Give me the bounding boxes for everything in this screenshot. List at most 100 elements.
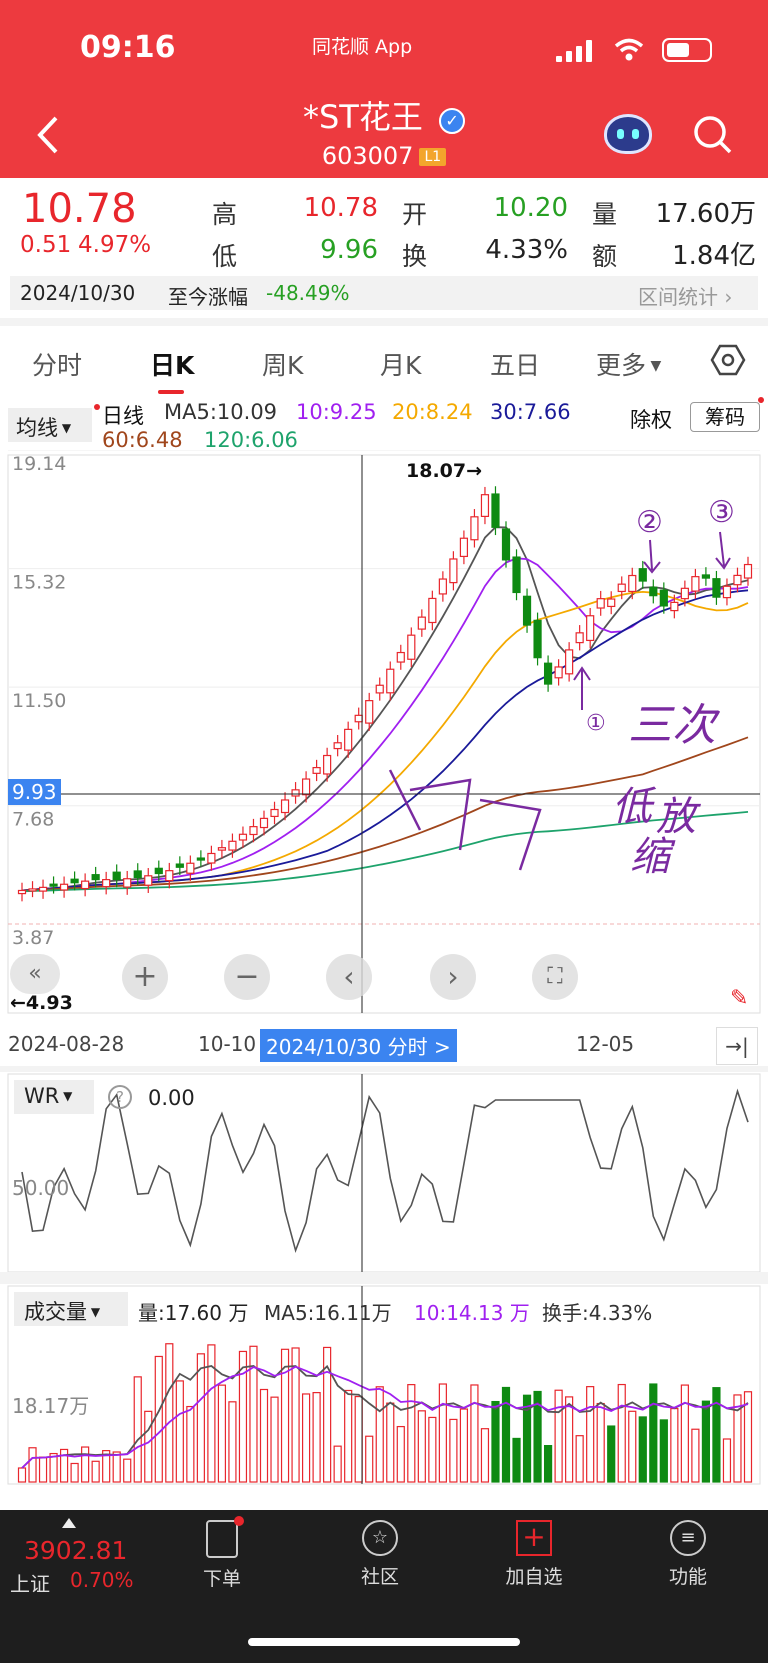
menu-icon: ≡ — [670, 1520, 706, 1556]
candle-body — [659, 589, 668, 607]
jump-latest-button[interactable]: →| — [716, 1027, 758, 1065]
index-value[interactable]: 3902.81 — [24, 1536, 127, 1565]
fullscreen-button[interactable]: ⛶ — [532, 954, 578, 1000]
tab-daily-k[interactable]: 日K — [150, 346, 194, 382]
candle-body — [565, 649, 574, 675]
search-icon[interactable] — [692, 114, 734, 156]
stock-code: 603007 L1 — [0, 142, 768, 170]
x-label-mid: 10-10 — [198, 1032, 257, 1056]
nav-add-watchlist[interactable]: + 加自选 — [484, 1520, 584, 1589]
candle-body — [407, 634, 416, 660]
tab-intraday[interactable]: 分时 — [32, 346, 82, 382]
wr-line — [21, 1088, 749, 1254]
draw-pen-icon[interactable]: ✎ — [730, 986, 748, 1011]
candle-body — [438, 578, 447, 595]
volume-bars — [17, 1343, 753, 1483]
volume-dropdown[interactable]: 成交量 ▼ — [14, 1292, 128, 1326]
candle-body — [417, 616, 426, 630]
candle-body — [428, 597, 437, 624]
volume-bar — [659, 1419, 668, 1483]
tab-weekly-k[interactable]: 周K — [262, 346, 303, 382]
candle-body — [522, 595, 532, 626]
volume-bar — [459, 1408, 469, 1483]
volume-bar — [123, 1458, 132, 1483]
candle-body — [17, 889, 27, 895]
volume-bar — [112, 1451, 121, 1483]
candle-body — [459, 537, 469, 558]
ma-dropdown[interactable]: 均线 ▼ — [8, 408, 92, 442]
candle-body — [733, 574, 742, 586]
volume-tick: 18.17万 — [12, 1394, 90, 1418]
candle-body — [91, 874, 100, 881]
candle-body — [217, 847, 227, 851]
candle-body — [186, 862, 195, 874]
index-name: 上证 — [10, 1572, 50, 1596]
tab-five-day[interactable]: 五日 — [490, 346, 540, 382]
help-icon[interactable]: ? — [108, 1085, 132, 1109]
volume-bar — [491, 1400, 500, 1483]
nav-functions-label: 功能 — [668, 1566, 707, 1588]
candle-body — [196, 857, 205, 861]
add-watchlist-icon: + — [516, 1520, 552, 1556]
volume-bar — [175, 1380, 184, 1483]
volume-bar — [196, 1353, 205, 1483]
volume-bar — [333, 1445, 342, 1483]
adjust-button[interactable]: 除权 — [630, 404, 672, 434]
candle-body — [512, 556, 521, 594]
tab-monthly-k[interactable]: 月K — [380, 346, 421, 382]
volume-bar — [38, 1456, 48, 1483]
volume-bar — [396, 1425, 405, 1483]
volume-bar — [407, 1384, 416, 1483]
tab-more[interactable]: 更多 ▼ — [596, 346, 661, 382]
turnover-value: 4.33% — [485, 235, 568, 265]
wifi-icon — [614, 38, 644, 61]
ma20-label: 20:8.24 — [392, 400, 473, 424]
kline-chart[interactable]: 19.1415.3211.507.683.87 ② ③① 三次低 放缩 — [0, 450, 768, 1020]
x-label-start: 2024-08-28 — [8, 1032, 125, 1056]
wr-dropdown[interactable]: WR ▼ — [14, 1080, 94, 1114]
volume-bar — [428, 1416, 437, 1483]
candle-body — [323, 754, 332, 775]
cursor-date-tag[interactable]: 2024/10/30 分时 > — [260, 1029, 457, 1062]
candle-body — [501, 528, 511, 561]
settings-hexagon-icon[interactable] — [710, 342, 746, 378]
robot-assistant-icon[interactable] — [604, 114, 652, 154]
nav-functions[interactable]: ≡ 功能 — [638, 1520, 738, 1589]
volume-bar — [670, 1407, 679, 1483]
volume-bar — [386, 1402, 395, 1483]
volume-bar — [217, 1384, 227, 1483]
annotation-text: 缩 — [630, 834, 676, 880]
collapse-left-button[interactable]: « — [10, 954, 60, 994]
candle-body — [617, 583, 626, 593]
annotation-text: ③ — [708, 495, 735, 530]
candle-body — [554, 666, 563, 679]
app-root: 09:16 同花顺 App *ST花王 ✓ 603007 L1 10.78 0.… — [0, 0, 768, 1663]
interval-stats-link[interactable]: 区间统计 › — [638, 281, 732, 310]
scroll-left-button[interactable]: ‹ — [326, 954, 372, 1000]
scroll-right-button[interactable]: › — [430, 954, 476, 1000]
zoom-out-button[interactable]: − — [224, 954, 270, 1000]
zoom-in-button[interactable]: + — [122, 954, 168, 1000]
turnover-label: 换 — [402, 242, 428, 271]
volume-bar — [512, 1437, 521, 1483]
wr-series — [21, 1088, 749, 1254]
volume-bar — [81, 1446, 90, 1483]
volume-bar — [259, 1388, 269, 1483]
low-value: 9.96 — [320, 235, 378, 265]
open-value: 10.20 — [493, 193, 568, 223]
candle-body — [207, 852, 216, 864]
volume-turnover: 换手:4.33% — [542, 1301, 653, 1325]
candle-body — [133, 870, 142, 879]
volume-bar — [344, 1389, 353, 1483]
range-pct: -48.49% — [266, 281, 350, 305]
verified-icon: ✓ — [439, 108, 466, 134]
nav-order[interactable]: 下单 — [172, 1516, 272, 1591]
signal-icon — [556, 40, 596, 62]
chips-button[interactable]: 筹码 — [690, 402, 760, 432]
candle-body — [70, 878, 79, 884]
nav-community[interactable]: ☆ 社区 — [330, 1520, 430, 1589]
price-change-pct: 4.97% — [78, 232, 152, 258]
header: 09:16 同花顺 App *ST花王 ✓ 603007 L1 — [0, 0, 768, 178]
volume-bar — [354, 1395, 363, 1483]
candle-body — [102, 879, 111, 888]
